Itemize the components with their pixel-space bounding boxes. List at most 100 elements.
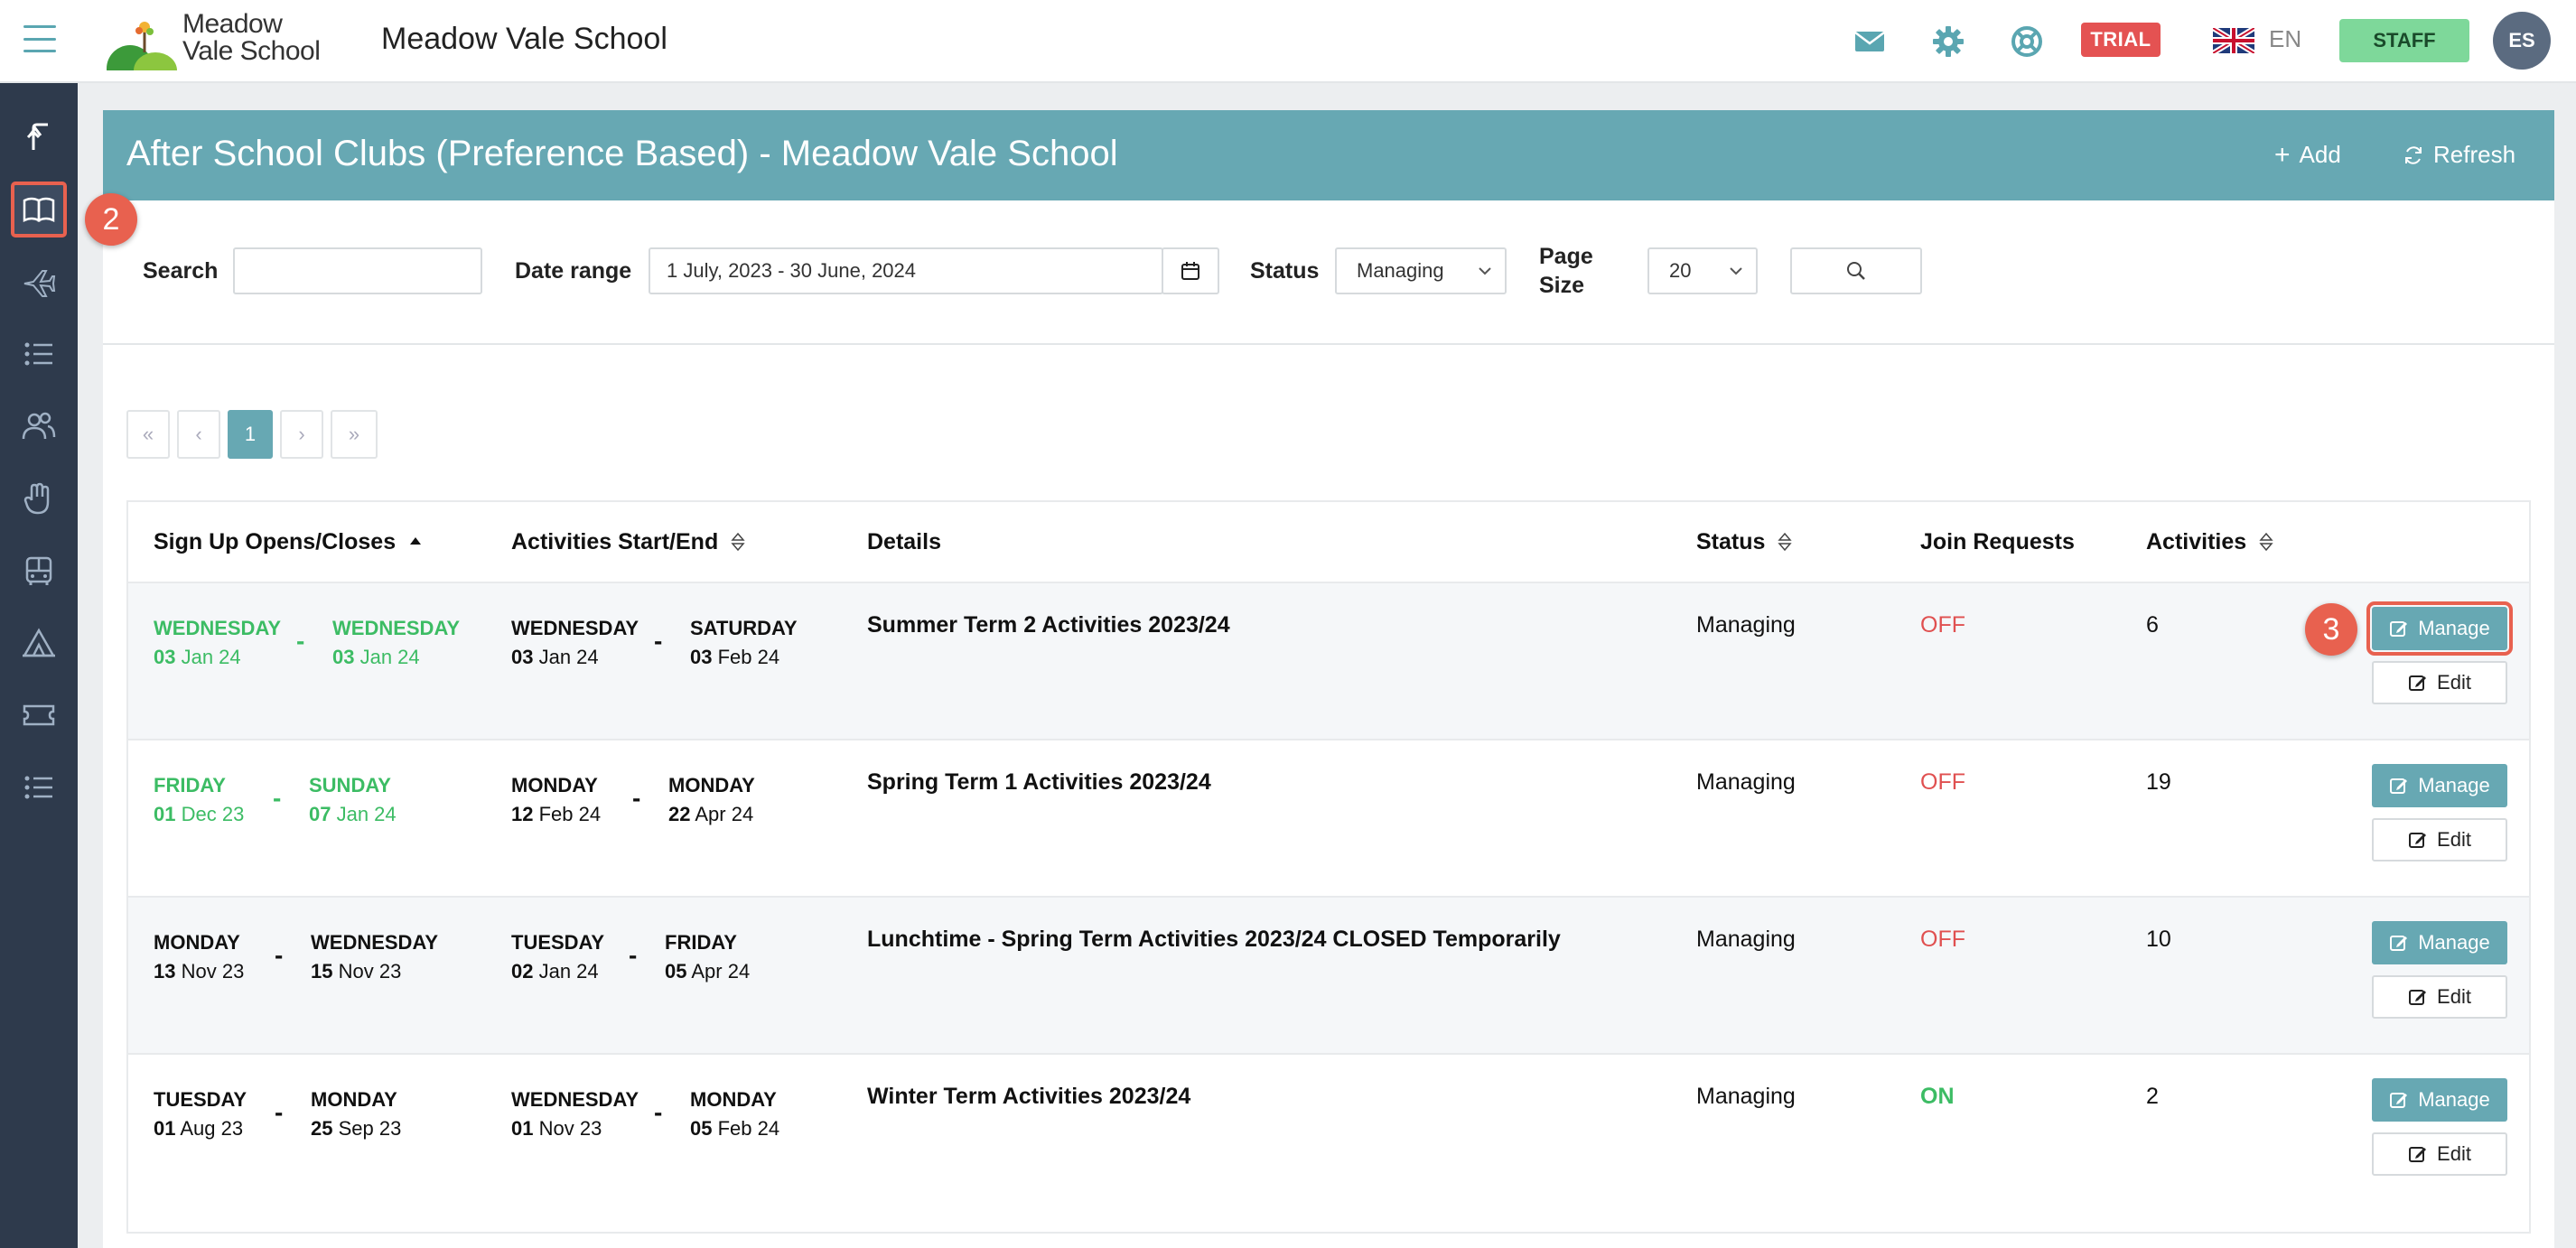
logo-hills-icon — [107, 22, 177, 70]
manage-button[interactable]: Manage — [2366, 601, 2513, 656]
search-label: Search — [143, 258, 219, 284]
signup-close-date: WEDNESDAY 03 Jan 24 — [332, 617, 460, 668]
tent-icon — [22, 628, 56, 657]
search-input[interactable] — [233, 247, 482, 294]
sidebar-item-events[interactable] — [13, 689, 65, 741]
chevron-down-icon — [1479, 267, 1491, 275]
col-status[interactable]: Status — [1696, 502, 1793, 582]
table-row: WEDNESDAY 03 Jan 24 - WEDNESDAY 03 Jan 24 … — [128, 582, 2529, 739]
gear-icon[interactable] — [1930, 23, 1966, 60]
signup-open-date: MONDAY 13 Nov 23 — [154, 931, 245, 983]
manage-button[interactable]: Manage — [2372, 764, 2507, 807]
signup-close-date: MONDAY 25 Sep 23 — [311, 1088, 402, 1140]
sidebar-item-volunteers[interactable] — [13, 472, 65, 525]
sidebar-item-activities[interactable] — [11, 182, 67, 237]
table-row: TUESDAY 01 Aug 23 - MONDAY 25 Sep 23 WEDNE… — [128, 1053, 2529, 1210]
col-status-label: Status — [1696, 528, 1766, 554]
join-requests-value: OFF — [1920, 612, 1965, 638]
calendar-icon — [1181, 262, 1199, 280]
edit-button[interactable]: Edit — [2372, 1132, 2507, 1176]
col-signup[interactable]: Sign Up Opens/Closes — [154, 502, 423, 582]
edit-icon — [2390, 1093, 2408, 1108]
status-select[interactable]: Managing — [1335, 247, 1507, 294]
status-text: Managing — [1696, 612, 1796, 638]
calendar-button[interactable] — [1162, 247, 1219, 294]
pagination-next[interactable]: › — [280, 410, 323, 459]
plus-icon: + — [2274, 139, 2291, 170]
activity-start-date: WEDNESDAY 03 Jan 24 — [511, 617, 639, 668]
status-text: Managing — [1696, 1084, 1796, 1109]
sort-icon — [731, 532, 745, 552]
activity-start-date: MONDAY 12 Feb 24 — [511, 774, 602, 825]
page-size-label-1: Page — [1539, 244, 1593, 269]
uk-flag-icon[interactable] — [2213, 28, 2254, 53]
manage-button[interactable]: Manage — [2372, 1078, 2507, 1122]
signup-close-date: SUNDAY 07 Jan 24 — [309, 774, 397, 825]
date-range-label: Date range — [515, 258, 632, 284]
details-text: Lunchtime - Spring Term Activities 2023/… — [867, 927, 1561, 952]
status-label: Status — [1250, 258, 1320, 284]
col-details: Details — [867, 502, 941, 582]
upload-arrow-icon — [26, 123, 48, 150]
filter-bar: Search Date range 1 July, 2023 - 30 June… — [103, 200, 2554, 345]
details-text: Winter Term Activities 2023/24 — [867, 1084, 1191, 1109]
signup-open-date: WEDNESDAY 03 Jan 24 — [154, 617, 281, 668]
pagination-last[interactable]: » — [331, 410, 378, 459]
mail-icon[interactable] — [1852, 23, 1888, 60]
sidebar-item-upload[interactable] — [13, 111, 65, 163]
page-size-label-2: Size — [1539, 273, 1585, 298]
col-join-requests-label: Join Requests — [1920, 528, 2075, 554]
activity-end-date: SATURDAY 03 Feb 24 — [690, 617, 798, 668]
page-size-value: 20 — [1669, 259, 1692, 282]
status-text: Managing — [1696, 769, 1796, 795]
details-text: Spring Term 1 Activities 2023/24 — [867, 769, 1211, 795]
activities-count: 6 — [2146, 612, 2159, 638]
bus-icon — [25, 556, 52, 585]
staff-button[interactable]: STAFF — [2339, 19, 2469, 62]
signup-open-date: TUESDAY 01 Aug 23 — [154, 1088, 247, 1140]
sidebar-item-transport[interactable] — [13, 545, 65, 597]
top-bar: Meadow Vale School Meadow Vale School TR… — [0, 0, 2576, 83]
refresh-button[interactable]: Refresh — [2403, 141, 2515, 169]
edit-button[interactable]: Edit — [2372, 661, 2507, 704]
date-separator: - — [654, 1098, 663, 1126]
sidebar-item-camps[interactable] — [13, 617, 65, 669]
hamburger-menu-icon[interactable] — [23, 25, 56, 52]
logo-line-1: Meadow — [182, 9, 283, 39]
sidebar-item-trips[interactable] — [13, 256, 65, 308]
clubs-panel: After School Clubs (Preference Based) - … — [103, 110, 2554, 1248]
date-separator: - — [273, 784, 282, 812]
add-button[interactable]: + Add — [2274, 141, 2341, 169]
help-lifebuoy-icon[interactable] — [2009, 23, 2045, 60]
search-button[interactable] — [1790, 247, 1922, 294]
edit-button[interactable]: Edit — [2372, 975, 2507, 1019]
sidebar-item-users[interactable] — [13, 400, 65, 452]
panel-header: After School Clubs (Preference Based) - … — [103, 110, 2554, 200]
pagination-prev[interactable]: ‹ — [177, 410, 220, 459]
col-activities-dates[interactable]: Activities Start/End — [511, 502, 745, 582]
step-marker-2: 2 — [85, 193, 137, 246]
manage-button[interactable]: Manage — [2372, 921, 2507, 964]
pagination-page-1[interactable]: 1 — [228, 410, 273, 459]
edit-icon — [2390, 936, 2408, 951]
sidebar-item-reports[interactable] — [13, 761, 65, 814]
page-size-select[interactable]: 20 — [1647, 247, 1758, 294]
signup-close-date: WEDNESDAY 15 Nov 23 — [311, 931, 438, 983]
search-icon — [1847, 262, 1865, 280]
sort-asc-icon — [410, 537, 422, 545]
table-row: FRIDAY 01 Dec 23 - SUNDAY 07 Jan 24 MONDAY… — [128, 739, 2529, 896]
col-activities-dates-label: Activities Start/End — [511, 528, 719, 554]
activity-start-date: WEDNESDAY 01 Nov 23 — [511, 1088, 639, 1140]
language-selector[interactable]: EN — [2269, 25, 2301, 53]
pagination-first[interactable]: « — [126, 410, 170, 459]
edit-button[interactable]: Edit — [2372, 818, 2507, 861]
avatar[interactable]: ES — [2493, 12, 2551, 70]
page-title: After School Clubs (Preference Based) - … — [126, 134, 1118, 173]
col-details-label: Details — [867, 528, 941, 554]
sidebar-item-lists[interactable] — [13, 328, 65, 380]
col-activities[interactable]: Activities — [2146, 502, 2273, 582]
date-range-input[interactable]: 1 July, 2023 - 30 June, 2024 — [649, 247, 1163, 294]
school-logo[interactable]: Meadow Vale School — [107, 11, 323, 70]
activity-end-date: FRIDAY 05 Apr 24 — [665, 931, 751, 983]
status-text: Managing — [1696, 927, 1796, 952]
